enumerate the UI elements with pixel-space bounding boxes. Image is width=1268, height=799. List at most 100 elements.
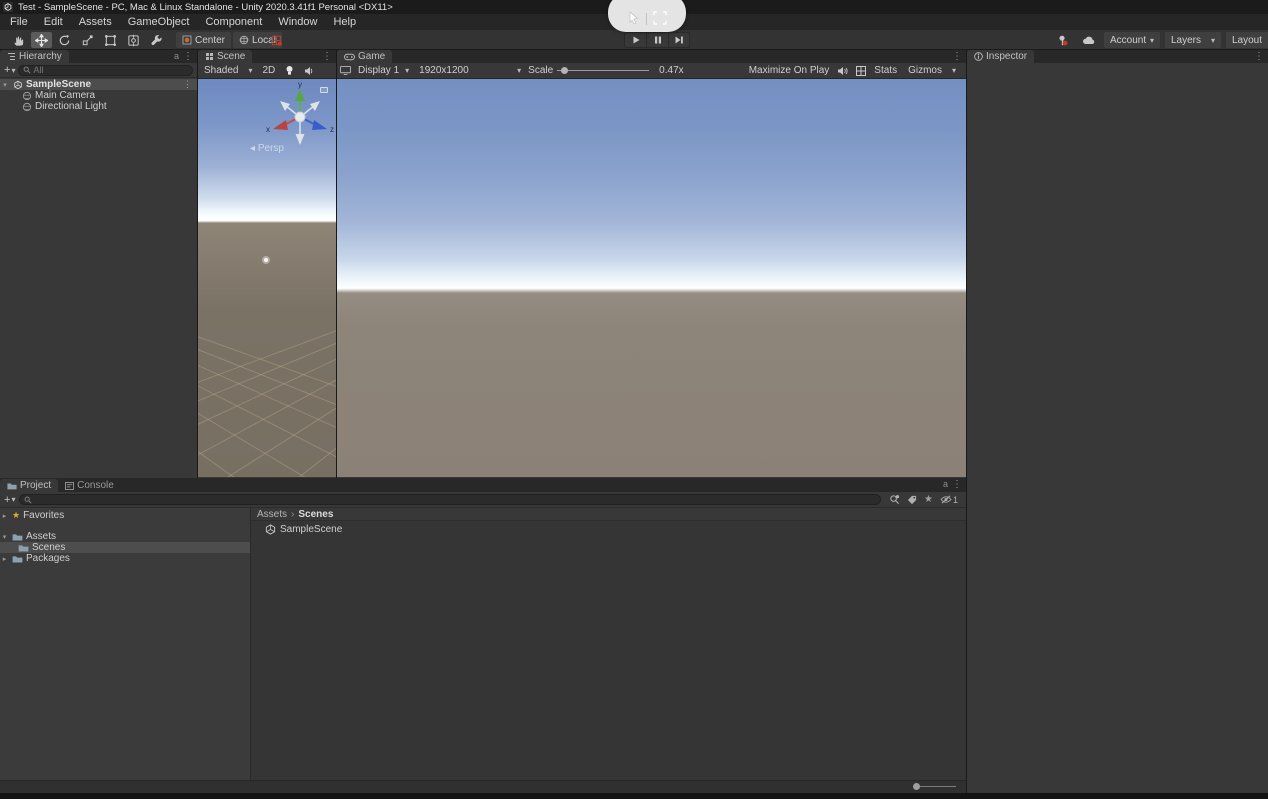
scale-slider[interactable]: Scale [528,65,649,76]
foldout-icon[interactable]: ▸ [0,555,9,563]
projection-toggle[interactable]: ◂ Persp [198,143,336,154]
unity-editor-window: Test - SampleScene - PC, Mac & Linux Sta… [0,0,1268,799]
toggle-2d-button[interactable]: 2D [260,65,279,76]
hierarchy-row-directional-light[interactable]: Directional Light [0,101,197,112]
create-button[interactable]: +▾ [4,64,15,76]
grid-snap-icon[interactable] [266,32,287,48]
thumbnail-size-slider[interactable] [914,786,956,787]
move-tool-icon[interactable] [31,32,52,48]
rotate-tool-icon[interactable] [54,32,75,48]
lock-icon[interactable]: a [943,478,948,491]
grid-snap-group [266,32,287,48]
hierarchy-searchbox[interactable] [18,65,193,76]
play-button[interactable] [624,32,646,48]
overlay-divider [646,13,647,25]
hierarchy-row-main-camera[interactable]: Main Camera [0,90,197,101]
menu-help[interactable]: Help [325,14,364,30]
axis-neg-cone [280,101,290,111]
create-asset-button[interactable]: +▾ [4,494,15,506]
menu-gameobject[interactable]: GameObject [120,14,198,30]
scale-tool-icon[interactable] [77,32,98,48]
pause-button[interactable] [646,32,668,48]
breadcrumb-root[interactable]: Assets [257,509,287,520]
foldout-icon[interactable]: ▾ [0,81,10,89]
kebab-menu-icon[interactable]: ⋮ [183,79,192,90]
hierarchy-row-scene[interactable]: ▾ SampleScene ⋮ [0,79,197,90]
kebab-menu-icon[interactable]: ⋮ [1254,50,1264,63]
stats-toggle[interactable]: Stats [874,65,897,76]
tab-game[interactable]: Game [337,50,392,63]
scene-tab-icon [205,52,214,61]
layers-dropdown[interactable]: Layers ▾ [1165,32,1221,48]
hand-tool-icon[interactable] [8,32,29,48]
project-searchbox[interactable] [19,494,881,505]
tab-inspector[interactable]: Inspector [967,50,1034,63]
scale-slider-knob[interactable] [561,67,568,74]
menu-window[interactable]: Window [270,14,325,30]
pivot-mode-button[interactable]: Center [176,32,231,48]
scene-camera-settings-icon[interactable] [320,87,328,93]
gizmos-dropdown[interactable]: Gizmos ▾ [905,65,959,76]
scene-viewport[interactable]: y x z ◂ Persp [198,79,336,477]
foldout-icon[interactable]: ▾ [0,533,9,541]
scene-tab-label: Scene [217,51,245,62]
favorites-filter-icon[interactable]: ★ [924,494,933,505]
menu-file[interactable]: File [2,14,36,30]
scene-audio-icon[interactable] [301,66,317,76]
search-by-label-icon[interactable] [907,495,917,505]
tree-item-scenes[interactable]: Scenes [0,542,250,553]
folder-icon [12,533,23,541]
asset-item-samplescene[interactable]: SampleScene [251,521,966,535]
project-toolbar: +▾ ★ 1 [0,492,966,508]
search-by-type-icon[interactable] [889,494,900,505]
cursor-icon[interactable] [627,11,640,25]
display-dropdown[interactable]: Display 1 ▾ [355,65,412,76]
kebab-menu-icon[interactable]: ⋮ [322,50,332,63]
kebab-menu-icon[interactable]: ⋮ [952,50,962,63]
menu-edit[interactable]: Edit [36,14,71,30]
window-title: Test - SampleScene - PC, Mac & Linux Sta… [18,2,393,13]
resolution-dropdown[interactable]: 1920x1200 ▾ [416,65,524,76]
layout-dropdown[interactable]: Layout ▾ [1226,32,1268,48]
step-button[interactable] [668,32,690,48]
shading-mode-dropdown[interactable]: Shaded ▾ [201,65,256,76]
vsync-grid-icon[interactable] [856,66,866,76]
scene-asset-icon [13,80,23,90]
tab-hierarchy[interactable]: Hierarchy [0,50,69,63]
kebab-menu-icon[interactable]: ⋮ [183,50,193,63]
tree-item-packages[interactable]: ▸ Packages [0,553,250,564]
folder-icon [12,555,23,563]
maximize-on-play-toggle[interactable]: Maximize On Play [749,65,830,76]
rect-tool-icon[interactable] [100,32,121,48]
scale-slider-track[interactable] [557,70,649,71]
project-search-input[interactable] [34,495,876,505]
thumbnail-slider-knob[interactable] [913,783,920,790]
tab-console[interactable]: Console [58,479,121,492]
menu-component[interactable]: Component [197,14,270,30]
status-bar [0,793,1268,799]
tab-scene[interactable]: Scene [198,50,252,63]
kebab-menu-icon[interactable]: ⋮ [952,478,962,491]
tree-item-favorites[interactable]: ▸ ★ Favorites [0,510,250,521]
shading-mode-label: Shaded [204,65,238,76]
tree-item-assets[interactable]: ▾ Assets [0,531,250,542]
project-search-filters: ★ 1 [885,494,962,505]
region-select-icon[interactable] [653,11,667,25]
menu-assets[interactable]: Assets [71,14,120,30]
local-icon [239,35,249,45]
cloud-services-icon[interactable] [1078,32,1099,48]
version-control-icon[interactable] [1052,32,1073,48]
foldout-icon[interactable]: ▸ [0,512,9,520]
transform-tool-icon[interactable] [123,32,144,48]
hidden-packages-toggle[interactable]: 1 [940,495,958,505]
game-viewport[interactable] [337,79,966,477]
breadcrumb-separator-icon: › [291,509,294,520]
lock-icon[interactable]: a [174,50,179,63]
mute-audio-icon[interactable] [837,66,848,76]
breadcrumb-current[interactable]: Scenes [298,509,333,520]
custom-tool-icon[interactable] [146,32,167,48]
scene-lighting-icon[interactable] [282,65,297,76]
tab-project[interactable]: Project [0,479,58,492]
account-dropdown[interactable]: Account ▾ [1104,32,1160,48]
hierarchy-search-input[interactable] [33,65,188,75]
